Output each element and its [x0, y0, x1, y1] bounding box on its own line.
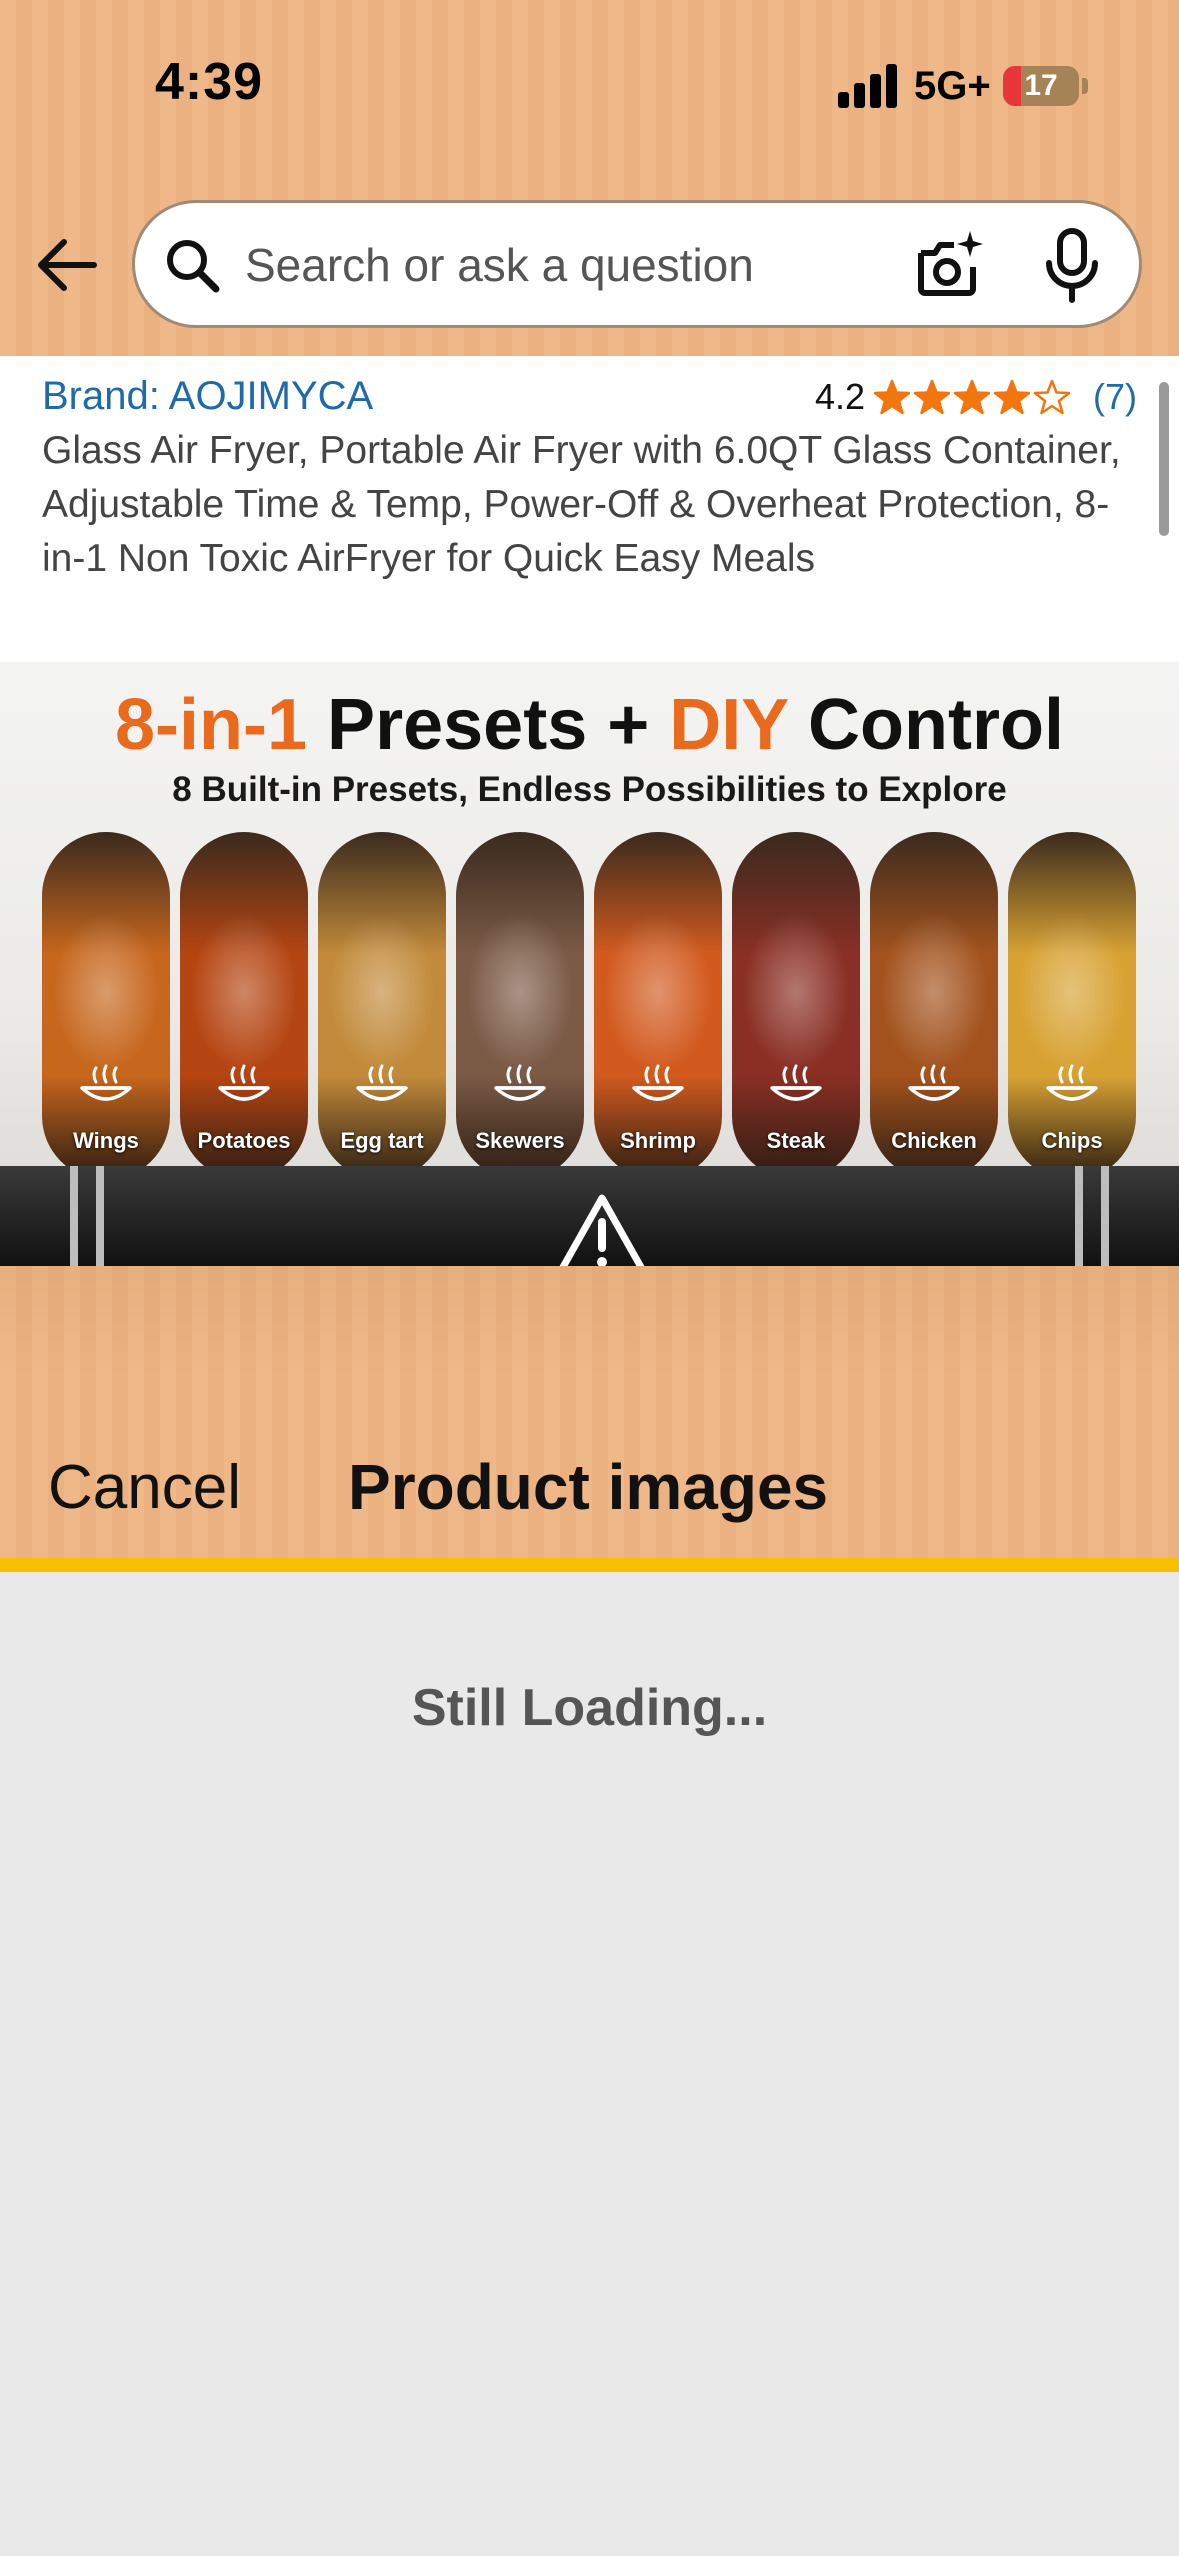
- preset-label: Shrimp: [620, 1128, 696, 1153]
- image-headline: 8-in-1 Presets + DIY Control: [0, 684, 1179, 766]
- star-filled-icon: [913, 379, 951, 415]
- battery-cap: [1082, 78, 1088, 94]
- search-input[interactable]: [245, 229, 885, 301]
- preset-label: Skewers: [475, 1128, 565, 1153]
- preset-icon: [632, 1064, 684, 1101]
- preset-steak: Steak: [732, 832, 860, 1180]
- preset-chicken: Chicken: [870, 832, 998, 1180]
- preset-icon: [356, 1064, 408, 1101]
- headline-part: DIY: [669, 685, 789, 765]
- headline-part: Control: [788, 685, 1064, 765]
- warning-icon: [559, 1194, 645, 1266]
- network-type: 5G+: [914, 64, 991, 108]
- battery-level: 17: [1024, 69, 1058, 102]
- product-images-sheet-header: Cancel Product images: [0, 1266, 1179, 1558]
- preset-label: Chicken: [891, 1128, 977, 1153]
- headline-part: 8-in-1: [115, 685, 308, 765]
- product-image[interactable]: 8-in-1 Presets + DIY Control 8 Built-in …: [0, 662, 1179, 1266]
- image-subheadline: 8 Built-in Presets, Endless Possibilitie…: [172, 770, 1007, 809]
- status-time: 4:39: [155, 53, 264, 111]
- brand-link[interactable]: Brand: AOJIMYCA: [42, 374, 373, 419]
- preset-label: Steak: [766, 1128, 826, 1153]
- preset-icon: [494, 1064, 546, 1101]
- rating-value: 4.2: [814, 376, 865, 417]
- cancel-button[interactable]: Cancel: [48, 1452, 241, 1523]
- product-summary: Brand: AOJIMYCA 4.2 (7) Glass Air Fryer,…: [0, 356, 1179, 662]
- star-filled-icon: [873, 379, 911, 415]
- search-bar[interactable]: [132, 200, 1142, 328]
- preset-chips: Chips: [1008, 832, 1136, 1180]
- preset-icon: [218, 1064, 270, 1101]
- voice-search-button[interactable]: [1037, 227, 1107, 305]
- search-icon: [167, 240, 220, 293]
- preset-skewers: Skewers: [456, 832, 584, 1180]
- preset-icon: [770, 1064, 822, 1101]
- battery-icon: 17: [1003, 66, 1079, 106]
- preset-potatoes: Potatoes: [180, 832, 308, 1180]
- sheet-title: Product images: [348, 1451, 829, 1523]
- camera-search-button[interactable]: [911, 229, 985, 303]
- app-header: 4:39 5G+ 17: [0, 0, 1179, 356]
- review-count-link[interactable]: (7): [1093, 376, 1137, 418]
- star-rating: [873, 379, 1073, 415]
- back-button[interactable]: [30, 228, 104, 302]
- preset-egg-tart: Egg tart: [318, 832, 446, 1180]
- preset-label: Wings: [73, 1128, 139, 1153]
- star-filled-icon: [993, 379, 1031, 415]
- preset-icon: [80, 1064, 132, 1101]
- rating-summary[interactable]: 4.2 (7): [815, 376, 1137, 418]
- preset-shrimp: Shrimp: [594, 832, 722, 1180]
- preset-wings: Wings: [42, 832, 170, 1180]
- preset-label: Chips: [1041, 1128, 1103, 1153]
- preset-label: Egg tart: [340, 1128, 424, 1153]
- headline-part: Presets +: [307, 685, 670, 765]
- preset-icon: [908, 1064, 960, 1101]
- product-title: Glass Air Fryer, Portable Air Fryer with…: [42, 429, 1121, 580]
- microphone-icon: [1046, 228, 1098, 303]
- scrollbar[interactable]: [1159, 382, 1169, 536]
- star-empty-icon: [1033, 379, 1071, 415]
- preset-label: Potatoes: [197, 1128, 291, 1153]
- loading-message: Still Loading...: [411, 1679, 768, 1737]
- header-divider: [0, 1558, 1179, 1572]
- camera-sparkle-icon: [918, 231, 983, 296]
- cellular-signal-icon: [838, 64, 900, 108]
- preset-icon: [1046, 1064, 1098, 1101]
- star-filled-icon: [953, 379, 991, 415]
- arrow-left-icon: [38, 239, 97, 291]
